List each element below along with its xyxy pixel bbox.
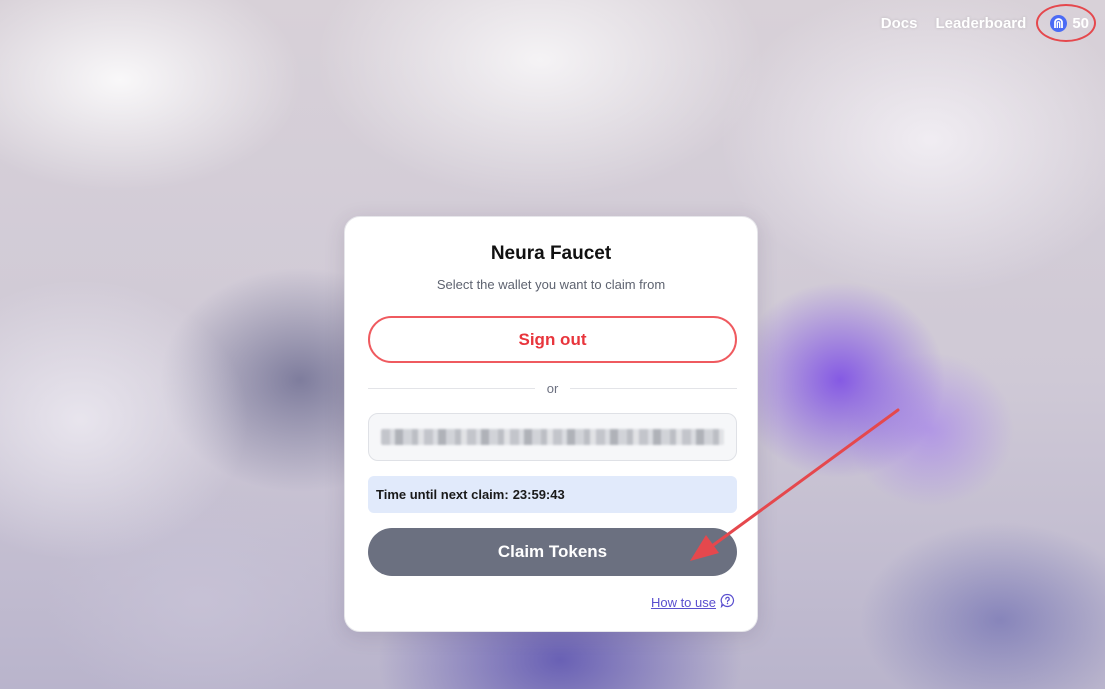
neura-coin-icon [1050, 15, 1068, 32]
top-navigation: Docs Leaderboard 50 [881, 4, 1096, 42]
question-bubble-icon [720, 593, 735, 611]
docs-link[interactable]: Docs [881, 15, 918, 32]
points-value: 50 [1072, 15, 1089, 32]
divider-label: or [546, 380, 559, 396]
wallet-address-field[interactable] [368, 413, 737, 461]
points-badge[interactable]: 50 [1036, 4, 1096, 42]
faucet-card: Neura Faucet Select the wallet you want … [344, 216, 758, 632]
wallet-address-redacted [381, 429, 724, 445]
sign-out-label: Sign out [518, 329, 587, 349]
divider-line-left [368, 387, 535, 389]
claim-timer-banner: Time until next claim: 23:59:43 [368, 476, 737, 513]
divider-line-right [570, 387, 737, 389]
card-subtitle: Select the wallet you want to claim from [436, 277, 666, 292]
claim-tokens-label: Claim Tokens [497, 542, 608, 561]
leaderboard-link[interactable]: Leaderboard [935, 15, 1026, 32]
sign-out-button[interactable]: Sign out [368, 316, 737, 363]
or-divider: or [368, 380, 737, 396]
how-to-use-label: How to use [650, 594, 716, 610]
timer-label: Time until next claim: [376, 487, 509, 502]
card-title: Neura Faucet [490, 243, 612, 264]
claim-tokens-button[interactable]: Claim Tokens [368, 528, 737, 576]
how-to-use-link[interactable]: How to use [651, 593, 735, 611]
timer-value: 23:59:43 [512, 487, 565, 502]
